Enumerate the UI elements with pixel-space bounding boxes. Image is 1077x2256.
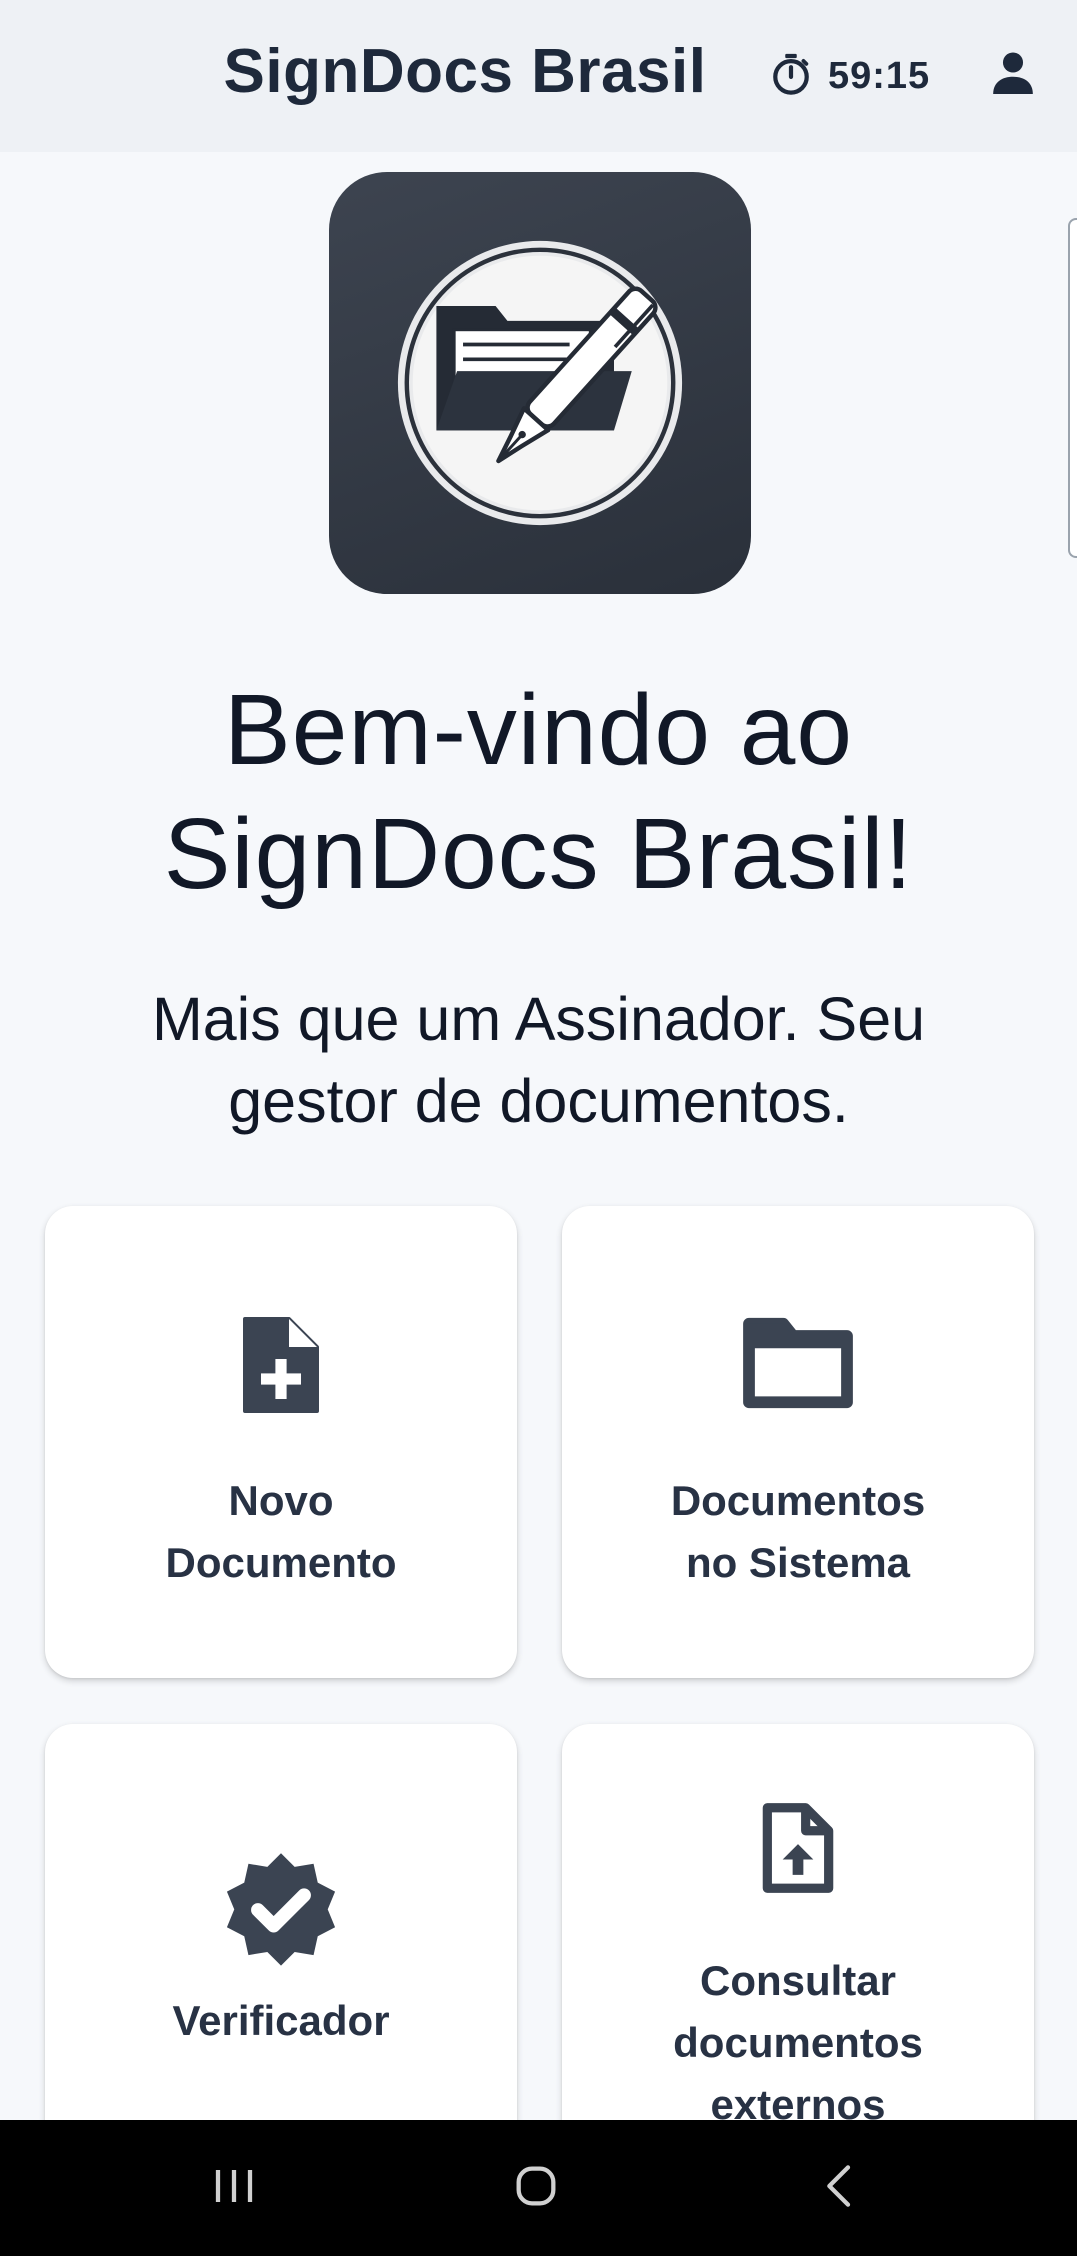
session-timer: 59:15 bbox=[768, 48, 930, 104]
card-label-line: Novo bbox=[228, 1477, 334, 1524]
external-documents-label: Consultar documentos externos bbox=[582, 1950, 1014, 2136]
recent-apps-button[interactable] bbox=[174, 2150, 294, 2226]
home-button[interactable] bbox=[476, 2150, 596, 2226]
tagline-line-2: gestor de documentos. bbox=[228, 1067, 849, 1135]
new-document-label: Novo Documento bbox=[65, 1470, 497, 1594]
back-icon bbox=[808, 2154, 872, 2223]
stopwatch-icon bbox=[768, 51, 814, 102]
timer-text: 59:15 bbox=[828, 54, 931, 97]
card-label-line: Documento bbox=[165, 1539, 397, 1586]
verifier-label: Verificador bbox=[65, 1990, 497, 2052]
welcome-line-2: SignDocs Brasil! bbox=[163, 798, 914, 910]
file-plus-icon bbox=[233, 1306, 329, 1429]
welcome-heading: Bem-vindo ao SignDocs Brasil! bbox=[60, 668, 1017, 916]
new-document-card[interactable]: Novo Documento bbox=[45, 1206, 517, 1678]
card-label-line: no Sistema bbox=[685, 1539, 911, 1586]
card-label-line: Verificador bbox=[172, 1997, 390, 2044]
folder-icon bbox=[739, 1314, 857, 1417]
recent-apps-icon bbox=[202, 2154, 266, 2223]
tagline-line-1: Mais que um Assinador. Seu bbox=[151, 985, 926, 1053]
verified-badge-icon bbox=[218, 1848, 344, 1979]
card-label-line: documentos bbox=[673, 2019, 923, 2066]
person-icon bbox=[985, 45, 1041, 106]
system-documents-card[interactable]: Documentos no Sistema bbox=[562, 1206, 1034, 1678]
back-button[interactable] bbox=[780, 2150, 900, 2226]
welcome-line-1: Bem-vindo ao bbox=[224, 674, 853, 786]
home-icon bbox=[504, 2154, 568, 2223]
system-documents-label: Documentos no Sistema bbox=[582, 1470, 1014, 1594]
card-label-line: Documentos bbox=[670, 1477, 926, 1524]
user-profile-button[interactable] bbox=[978, 44, 1048, 106]
scrollbar[interactable] bbox=[1068, 218, 1077, 558]
folder-pen-logo bbox=[397, 240, 683, 526]
tagline: Mais que um Assinador. Seu gestor de doc… bbox=[60, 978, 1017, 1142]
system-navigation-bar bbox=[0, 2120, 1077, 2256]
card-label-line: Consultar bbox=[699, 1957, 896, 2004]
app-logo bbox=[329, 172, 751, 594]
top-app-bar: SignDocs Brasil 59:15 bbox=[0, 0, 1077, 152]
file-upload-icon bbox=[752, 1792, 844, 1909]
